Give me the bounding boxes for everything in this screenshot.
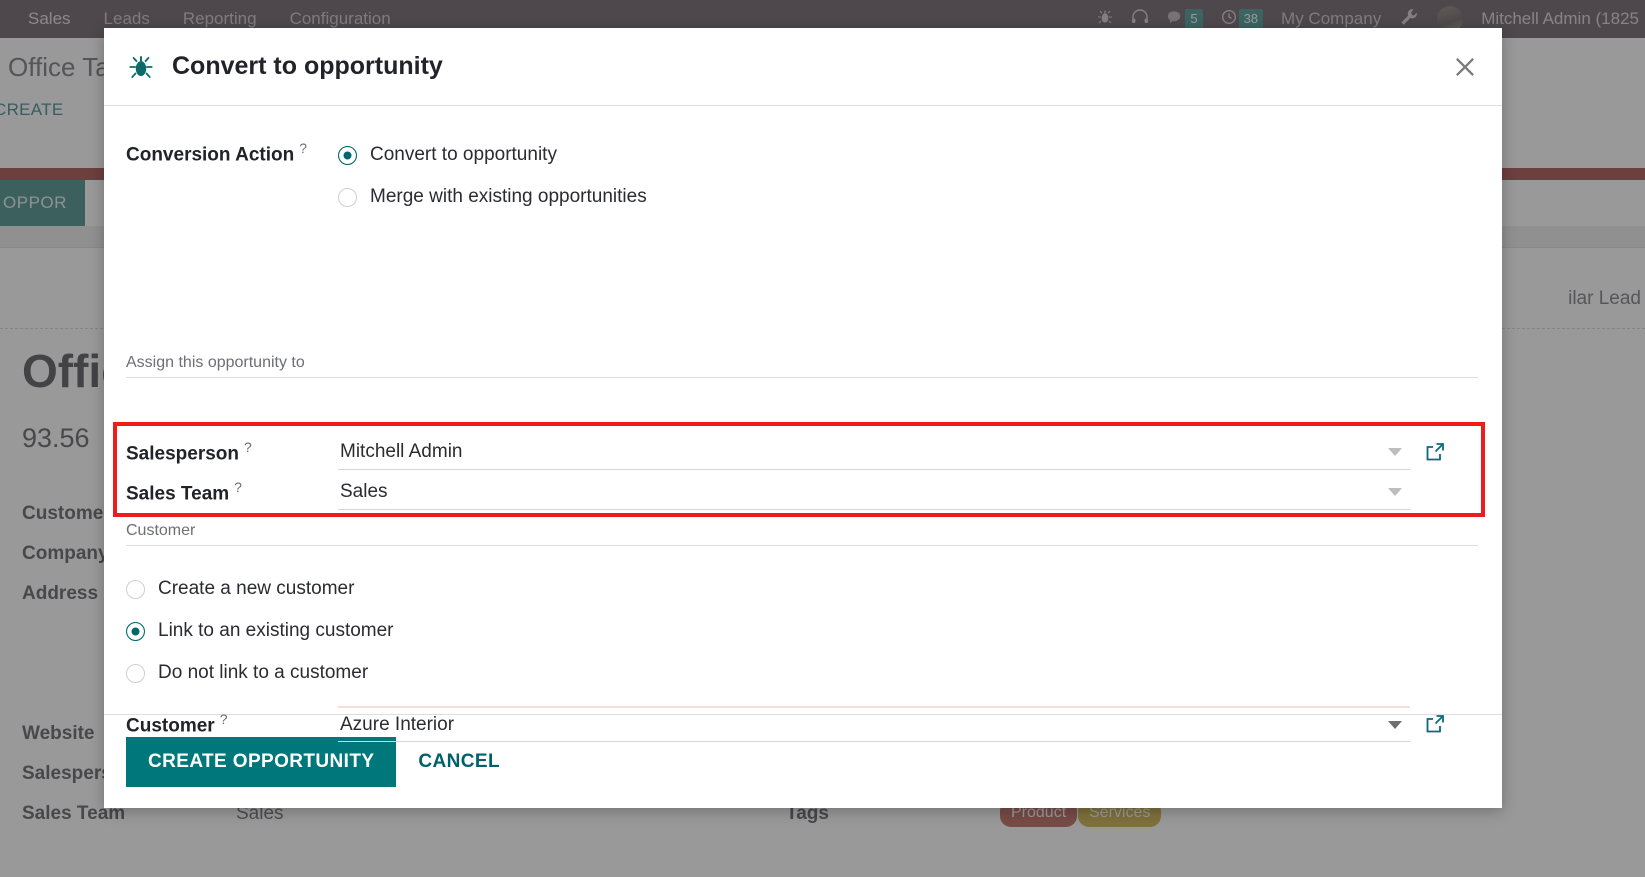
radio-indicator — [338, 145, 357, 165]
salesperson-value: Mitchell Admin — [340, 440, 463, 462]
customer-input[interactable]: Azure Interior — [338, 706, 1410, 742]
sales-team-label: Sales Team? — [126, 479, 338, 505]
dialog-header: Convert to opportunity — [104, 28, 1502, 106]
customer-label: Customer? — [126, 711, 338, 737]
conversion-action-label-text: Conversion Action — [126, 144, 295, 166]
radio-label: Do not link to a customer — [158, 662, 369, 683]
chevron-down-icon[interactable] — [1388, 447, 1402, 456]
chevron-down-icon[interactable] — [1388, 720, 1402, 729]
field-row-salesperson: Salesperson? Mitchell Admin — [126, 432, 1476, 472]
radio-label: Convert to opportunity — [370, 144, 557, 165]
salesperson-input[interactable]: Mitchell Admin — [338, 434, 1410, 470]
customer-value: Azure Interior — [340, 713, 455, 735]
radio-indicator — [126, 663, 145, 683]
field-row-sales-team: Sales Team? Sales — [126, 472, 1476, 512]
sales-team-label-text: Sales Team — [126, 483, 230, 505]
help-icon[interactable]: ? — [220, 711, 228, 727]
radio-label: Link to an existing customer — [158, 620, 394, 641]
salesperson-label-text: Salesperson — [126, 443, 239, 465]
salesperson-label: Salesperson? — [126, 439, 338, 465]
assign-section-title: Assign this opportunity to — [126, 354, 305, 371]
radio-indicator — [126, 621, 145, 641]
sales-team-input[interactable]: Sales — [338, 474, 1410, 510]
create-opportunity-button[interactable]: CREATE OPPORTUNITY — [126, 736, 397, 787]
radio-link-existing-customer[interactable]: Link to an existing customer — [126, 610, 394, 652]
sales-team-value: Sales — [340, 480, 388, 502]
convert-to-opportunity-dialog: Convert to opportunity Conversion Action… — [104, 28, 1502, 808]
assign-section-header: Assign this opportunity to — [126, 354, 1478, 378]
customer-section-rule — [126, 545, 1478, 546]
external-link-icon[interactable] — [1424, 441, 1446, 463]
external-link-icon[interactable] — [1424, 713, 1446, 735]
radio-create-new-customer[interactable]: Create a new customer — [126, 568, 394, 610]
customer-section-title: Customer — [126, 522, 196, 539]
radio-indicator — [126, 579, 145, 599]
bug-icon — [128, 54, 154, 80]
screen: Sales Leads Reporting Configuration 5 — [0, 0, 1645, 877]
assign-section-rule — [126, 377, 1478, 378]
field-row-customer: Customer? Azure Interior — [126, 704, 1476, 744]
radio-merge-with-existing[interactable]: Merge with existing opportunities — [338, 176, 647, 218]
radio-indicator — [338, 187, 357, 207]
cancel-button[interactable]: CANCEL — [406, 737, 512, 787]
customer-label-text: Customer — [126, 715, 215, 737]
close-icon[interactable] — [1450, 52, 1480, 82]
conversion-action-radio-group: Convert to opportunity Merge with existi… — [338, 134, 647, 218]
help-icon[interactable]: ? — [299, 140, 307, 156]
chevron-down-icon[interactable] — [1388, 487, 1402, 496]
dialog-body: Conversion Action? Convert to opportunit… — [104, 106, 1502, 742]
radio-do-not-link-customer[interactable]: Do not link to a customer — [126, 652, 394, 694]
customer-radio-group: Create a new customer Link to an existin… — [126, 568, 394, 694]
radio-convert-to-opportunity[interactable]: Convert to opportunity — [338, 134, 647, 176]
help-icon[interactable]: ? — [234, 479, 242, 495]
dialog-title: Convert to opportunity — [172, 52, 443, 80]
radio-label: Merge with existing opportunities — [370, 186, 647, 207]
conversion-action-label: Conversion Action? — [126, 140, 307, 166]
help-icon[interactable]: ? — [244, 439, 252, 455]
radio-label: Create a new customer — [158, 578, 355, 599]
customer-section-header: Customer — [126, 522, 1478, 546]
